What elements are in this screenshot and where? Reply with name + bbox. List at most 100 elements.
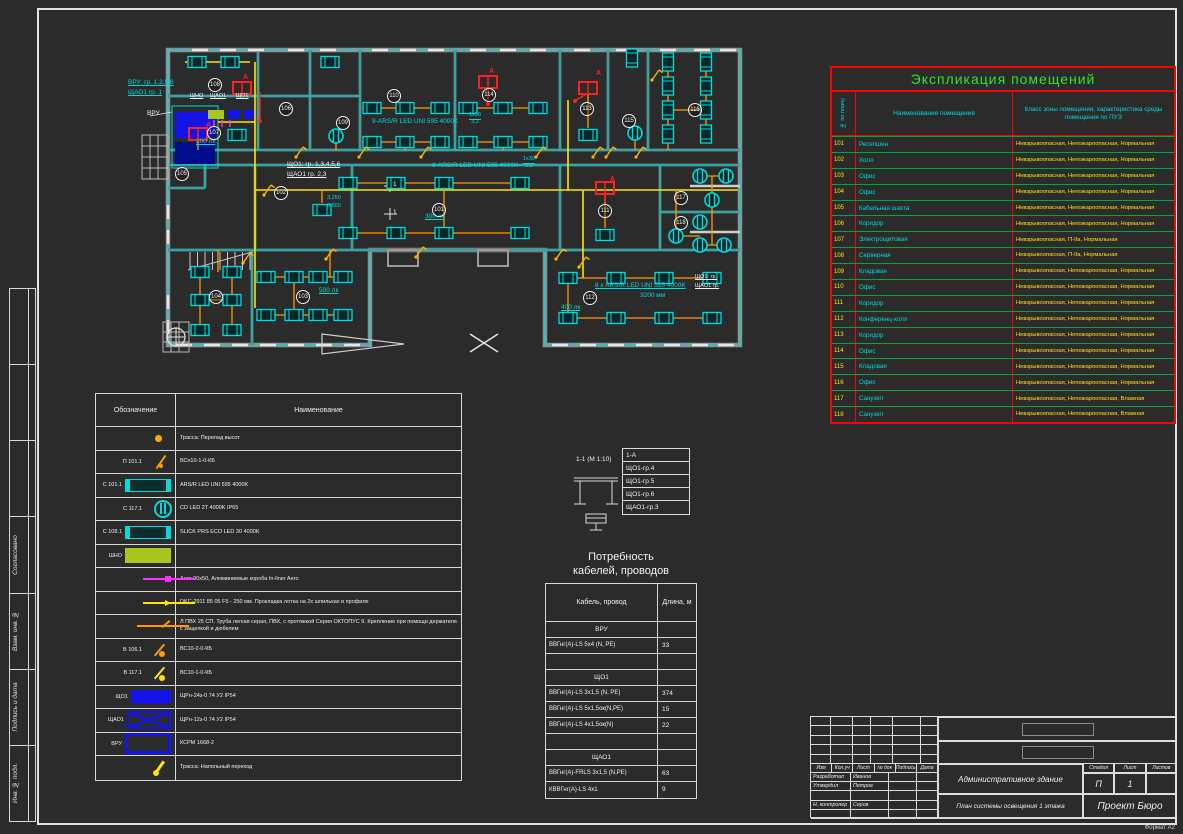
explication-row: 113 Коридор Невзрывоопасная, Непожароопа… (832, 327, 1174, 343)
explication-title: Экспликация помещений (832, 68, 1174, 92)
cable-length (658, 670, 696, 685)
legend-designation-cell (96, 756, 176, 780)
sign-header-cell: Подпись (896, 764, 917, 773)
level-label: 3,500 (327, 204, 341, 210)
cable-demand: Потребностькабелей, проводов Кабель, про… (545, 550, 697, 799)
revision-grid-cell (871, 745, 893, 754)
revision-grid-cell (853, 717, 871, 726)
room-number: 115 (832, 359, 856, 374)
room-name: Электрощитовая (856, 232, 1013, 247)
legend-row: ШНО (96, 545, 461, 569)
explication-header: № по плану Наименование помещения Класс … (832, 92, 1174, 136)
person-signature (889, 801, 917, 810)
drawing-sheet: Формат А2 Согласовано Взам. инв. № Подпи… (0, 0, 1183, 834)
legend-row: Л ПВХ 25 СП. Труба легкая серая, ПВХ, с … (96, 615, 461, 639)
legend-symbol-icon (137, 617, 171, 635)
person-role: Н. контролер (811, 801, 851, 810)
luminaire-frac-8: 1x303,2 (523, 157, 535, 170)
cable-length: 374 (658, 686, 696, 701)
section-group-row: ЩО1-гр.5 (623, 475, 689, 488)
emergency-a-mark: А (206, 122, 211, 129)
person-name: Петров (851, 782, 889, 791)
sidebar-empty-cell (10, 289, 35, 365)
room-number-circle: 104 (209, 290, 223, 304)
title-block-person-row (811, 791, 938, 800)
sheet-sidebar: Согласовано Взам. инв. № Подпись и дата … (9, 288, 36, 822)
legend-name: Трасса: Напольный переход (176, 756, 461, 780)
explication-row: 103 Офис Невзрывоопасная, Непожароопасна… (832, 168, 1174, 184)
legend-label: В 106.1 (123, 647, 142, 653)
section-group-row: ЩАО1-гр.3 (623, 501, 689, 514)
section-detail: 1-1 (М 1:10) 1-АЩО1-гр.4ЩО1-гр.5ЩО1-гр.6… (570, 446, 705, 546)
room-number-circle: 106 (279, 102, 293, 116)
revision-grid-cell (921, 736, 938, 745)
room-number-circle: 101 (432, 203, 446, 217)
room-zone-class: Невзрывоопасная, Непожароопасная, Нормал… (1013, 296, 1174, 311)
sheets-total (1146, 773, 1177, 794)
room-number-circle: 103 (296, 290, 310, 304)
legend-name: ARS/R LED UNI 595 4000K (176, 474, 461, 497)
legend-symbol-icon (131, 688, 171, 706)
revision-grid-cell (921, 755, 938, 764)
room-number: 101 (832, 137, 856, 152)
room-zone-class: Невзрывоопасная, Непожароопасная, Нормал… (1013, 201, 1174, 216)
revision-grid-cell (893, 745, 921, 754)
legend-symbol-icon (145, 500, 171, 518)
room-number-circle: 105 (175, 167, 189, 181)
sign-header-cell: Дата (917, 764, 938, 773)
explication-header-class: Класс зоны помещения, характеристика сре… (1013, 92, 1174, 135)
title-block-person-row (811, 810, 938, 819)
revision-grid-cell (811, 736, 831, 745)
room-number: 118 (832, 407, 856, 422)
legend-name: ВСп10-1-0-КБ (176, 451, 461, 474)
cable-name: ВВГнг(А)-LS 4x1,5ок(N) (546, 718, 658, 733)
person-date (917, 782, 938, 791)
person-date (917, 810, 938, 819)
revision-grid-cell (811, 717, 831, 726)
drawing-name: План системы освещения 1 этажа (938, 794, 1083, 819)
legend-designation-cell: ВРУ (96, 733, 176, 756)
explication-row: 117 Санузел Невзрывоопасная, Непожароопа… (832, 390, 1174, 406)
legend-row: ЩАО1 ЩРн-12з-0 74 У2 IP54 (96, 709, 461, 733)
plan-labels: ВРУ: гр. 1,2,5,6 ЩАО1 гр. 1 ВРУ ШНО ЩАО1… (95, 40, 780, 385)
room-name: Кладовая (856, 359, 1013, 374)
section-cut-number: 1 (393, 210, 397, 217)
legend-name: ВС10-2-0-КБ (176, 639, 461, 662)
shno-label: ШНО (190, 94, 203, 100)
scho1-group-label: ЩО1: гр. 1,3,4,5,6 (287, 162, 340, 169)
stage-value: П (1083, 773, 1114, 794)
sidebar-empty-cell (10, 441, 35, 517)
section-cut-number: 1 (393, 182, 397, 189)
title-block-top-cell (938, 717, 1177, 741)
room-name: Офис (856, 280, 1013, 295)
legend-symbol-icon (127, 711, 171, 729)
legend-name: Л ПВХ 25 СП. Труба легкая серая, ПВХ, с … (176, 615, 461, 638)
section-detail-title: 1-1 (М 1:10) (576, 456, 611, 463)
explication-header-name: Наименование помещения (856, 92, 1013, 135)
room-number-circle: 115 (622, 114, 636, 128)
title-block-top-cell (938, 741, 1177, 764)
revision-grid-cell (921, 745, 938, 754)
legend-label: С 108.1 (103, 529, 122, 535)
revision-grid-cell (921, 717, 938, 726)
legend-label: ЩО1 (116, 694, 129, 700)
revision-grid-cell (871, 755, 893, 764)
room-number: 107 (832, 232, 856, 247)
person-role: Разработал (811, 773, 851, 782)
cable-row: ВВГнг(А)-LS 5x1,5ок(N,PE) 15 (546, 702, 696, 718)
cable-length: 22 (658, 718, 696, 733)
cable-demand-table: Кабель, провод Длина, м ВРУ ВВГнг(А)-LS … (545, 583, 697, 799)
cable-row: ВВГнг(А)-LS 5x4 (N, PE) 33 (546, 638, 696, 654)
room-number-circle: 113 (580, 102, 594, 116)
room-number: 116 (832, 375, 856, 390)
person-role: Утвердил (811, 782, 851, 791)
room-number: 113 (832, 328, 856, 343)
room-zone-class: Невзрывоопасная, Непожароопасная, Нормал… (1013, 153, 1174, 168)
section-groups-table: 1-АЩО1-гр.4ЩО1-гр.5ЩО1-гр.6ЩАО1-гр.3 (622, 448, 690, 515)
legend-row: Трасса: Перепад высот (96, 427, 461, 451)
title-block-people: Разработал Иванов Утвердил Петров (811, 773, 938, 819)
room-name: Холл (856, 153, 1013, 168)
legend-designation-cell: ШНО (96, 545, 176, 568)
revision-grid-cell (831, 726, 853, 735)
section-group-row: ЩО1-гр.6 (623, 488, 689, 501)
